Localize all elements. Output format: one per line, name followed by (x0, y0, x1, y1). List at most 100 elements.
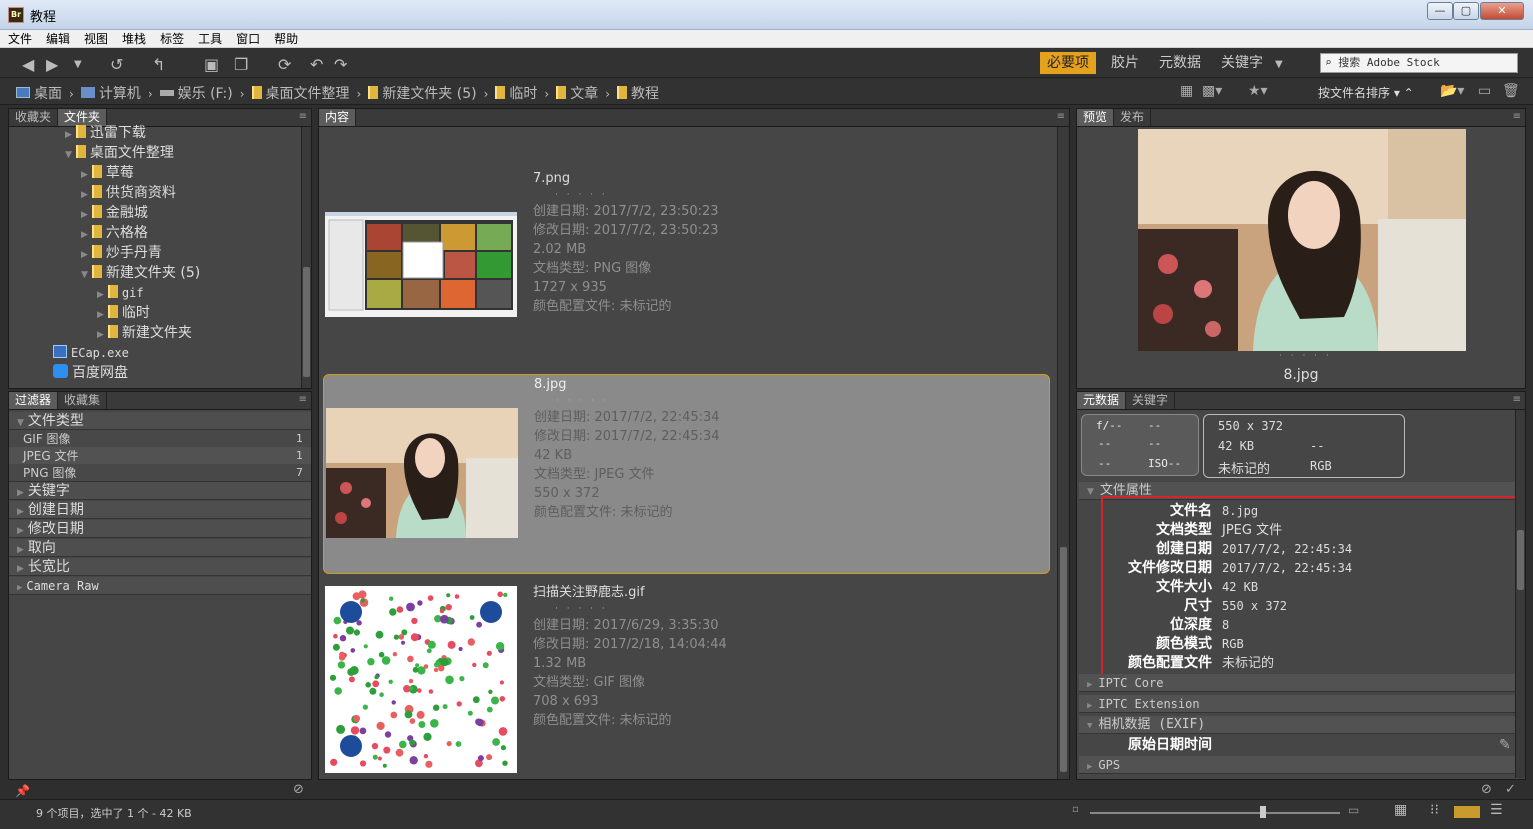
search-input[interactable]: ⌕ 搜索 Adobe Stock (1320, 53, 1518, 73)
filter-section-file-type[interactable]: ▼ 文件类型 (9, 412, 311, 430)
rotate-left-icon[interactable]: ↶ (310, 55, 323, 74)
folder-tree-item[interactable]: ▶ 临时 (97, 303, 150, 323)
tab-collections[interactable]: 收藏集 (58, 392, 108, 409)
triangle-right-icon[interactable]: ▶ (81, 250, 88, 260)
view-thumbs-icon[interactable]: ⁝⁝ (1430, 802, 1439, 818)
rating-stars[interactable]: · · · · · (556, 394, 720, 408)
zoom-in-icon[interactable]: ▭ (1348, 803, 1359, 817)
cancel-icon[interactable]: ⊘ (1481, 782, 1492, 797)
panel-menu-icon[interactable]: ≡ (1513, 394, 1521, 405)
menu-label[interactable]: 标签 (152, 30, 190, 48)
rating-stars[interactable]: · · · · · (555, 602, 727, 616)
breadcrumb-desktop[interactable]: 桌面 (16, 83, 62, 103)
triangle-right-icon[interactable]: ▶ (97, 310, 104, 320)
filter-item[interactable]: JPEG 文件 1 (9, 447, 311, 465)
filter-section-modified[interactable]: ▶ 修改日期 (9, 520, 311, 538)
tab-keywords[interactable]: 关键字 (1126, 392, 1176, 409)
folder-tree-item[interactable]: ▶ 迅雷下载 (65, 123, 146, 143)
folder-tree-item[interactable]: ▼ 桌面文件整理 (65, 143, 174, 163)
open-recent-icon[interactable]: 📂▾ (1440, 83, 1464, 99)
filter-section-keywords[interactable]: ▶ 关键字 (9, 482, 311, 500)
tab-filter[interactable]: 过滤器 (9, 392, 59, 409)
panel-menu-icon[interactable]: ≡ (1057, 111, 1065, 122)
menu-help[interactable]: 帮助 (266, 30, 304, 48)
close-button[interactable]: ✕ (1480, 2, 1524, 20)
triangle-right-icon[interactable]: ▶ (81, 210, 88, 220)
section-exif[interactable]: ▼ 相机数据 (EXIF) (1079, 716, 1515, 734)
workspace-filmstrip[interactable]: 胶片 (1104, 52, 1146, 74)
back-icon[interactable]: ◀ (22, 55, 34, 74)
menu-tools[interactable]: 工具 (190, 30, 228, 48)
metadata-scrollbar[interactable] (1515, 410, 1525, 778)
grid-view-icon[interactable]: ▦ (1180, 83, 1193, 99)
folder-tree-item[interactable]: ▶ gif (97, 283, 144, 303)
section-iptc-extension[interactable]: ▶ IPTC Extension (1079, 695, 1515, 713)
scroll-thumb[interactable] (1517, 530, 1524, 590)
workspace-dropdown-icon[interactable]: ▼ (1275, 59, 1283, 70)
breadcrumb-folder[interactable]: 桌面文件整理 (251, 83, 350, 103)
content-item-selected[interactable]: 8.jpg · · · · · 创建日期: 2017/7/2, 22:45:34… (323, 374, 1050, 574)
menu-edit[interactable]: 编辑 (38, 30, 76, 48)
triangle-right-icon[interactable]: ▶ (97, 330, 104, 340)
pin-icon[interactable]: 📌 (15, 784, 30, 798)
folder-tree-item[interactable]: ▼ 新建文件夹 (5) (81, 263, 200, 283)
folder-tree-item[interactable]: ▶ 供货商资料 (81, 183, 176, 203)
folders-scrollbar[interactable] (301, 127, 311, 388)
star-filter-icon[interactable]: ★▾ (1248, 83, 1268, 99)
triangle-right-icon[interactable]: ▶ (81, 230, 88, 240)
thumbnail-size-slider[interactable] (1090, 812, 1340, 814)
content-scrollbar[interactable] (1057, 127, 1069, 779)
panel-menu-icon[interactable]: ≡ (299, 111, 307, 122)
boomerang-icon[interactable]: ↺ (110, 55, 123, 74)
filter-section-aspect[interactable]: ▶ 长宽比 (9, 558, 311, 576)
rotate-right-icon[interactable]: ↷ (334, 55, 347, 74)
breadcrumb-folder[interactable]: 文章 (556, 83, 598, 103)
rating-stars[interactable]: · · · · · (1279, 351, 1332, 361)
triangle-right-icon[interactable]: ▶ (81, 170, 88, 180)
scroll-thumb[interactable] (303, 267, 310, 377)
reveal-icon[interactable]: ↰ (152, 55, 165, 74)
panel-menu-icon[interactable]: ≡ (299, 394, 307, 405)
content-item[interactable]: 扫描关注野鹿志.gif · · · · · 创建日期: 2017/6/29, 3… (323, 583, 1050, 783)
breadcrumb-computer[interactable]: 计算机 (80, 83, 141, 103)
slider-handle[interactable] (1260, 806, 1266, 818)
triangle-down-icon[interactable]: ▼ (65, 150, 72, 160)
chevron-right-icon[interactable]: › (484, 87, 489, 101)
edit-pencil-icon[interactable]: ✎ (1499, 736, 1511, 755)
folder-tree-item[interactable]: ▶ 金融城 (81, 203, 148, 223)
trash-icon[interactable]: 🗑 (1502, 83, 1520, 99)
recent-dropdown-icon[interactable]: ▼ (74, 59, 82, 70)
menu-view[interactable]: 视图 (76, 30, 114, 48)
workspace-essentials[interactable]: 必要项 (1040, 52, 1096, 74)
view-list-icon[interactable]: ☰ (1490, 802, 1503, 818)
triangle-down-icon[interactable]: ▼ (81, 270, 88, 280)
folder-tree-item[interactable]: ECap.exe (49, 343, 129, 363)
view-details-icon[interactable] (1454, 806, 1480, 818)
clear-filter-icon[interactable]: ⊘ (293, 782, 304, 797)
view-grid-icon[interactable]: ▦ (1394, 802, 1407, 818)
section-iptc-core[interactable]: ▶ IPTC Core (1079, 674, 1515, 692)
forward-icon[interactable]: ▶ (46, 55, 58, 74)
tab-publish[interactable]: 发布 (1114, 109, 1152, 126)
folder-tree-item[interactable]: ▶ 草莓 (81, 163, 134, 183)
section-gps[interactable]: ▶ GPS (1079, 756, 1515, 774)
thumbnail[interactable] (326, 408, 518, 538)
chevron-right-icon[interactable]: › (357, 87, 362, 101)
folder-tree-item[interactable]: ▶ 六格格 (81, 223, 148, 243)
chevron-right-icon[interactable]: › (69, 87, 74, 101)
content-item[interactable]: 7.png · · · · · 创建日期: 2017/7/2, 23:50:23… (323, 169, 1050, 369)
menu-window[interactable]: 窗口 (228, 30, 266, 48)
filter-item[interactable]: PNG 图像 7 (9, 464, 311, 482)
filter-section-camera-raw[interactable]: ▶ Camera Raw (9, 577, 311, 595)
menu-file[interactable]: 文件 (0, 30, 38, 48)
panel-menu-icon[interactable]: ≡ (1513, 111, 1521, 122)
rating-stars[interactable]: · · · · · (555, 188, 719, 202)
filter-item[interactable]: GIF 图像 1 (9, 430, 311, 448)
triangle-right-icon[interactable]: ▶ (97, 290, 104, 300)
refine-icon[interactable]: ❐ (234, 55, 248, 74)
chevron-right-icon[interactable]: › (240, 87, 245, 101)
workspace-keywords[interactable]: 关键字 (1214, 52, 1270, 74)
chevron-right-icon[interactable]: › (605, 87, 610, 101)
camera-icon[interactable]: ▣ (204, 55, 219, 74)
new-folder-icon[interactable]: ▭ (1478, 83, 1491, 99)
